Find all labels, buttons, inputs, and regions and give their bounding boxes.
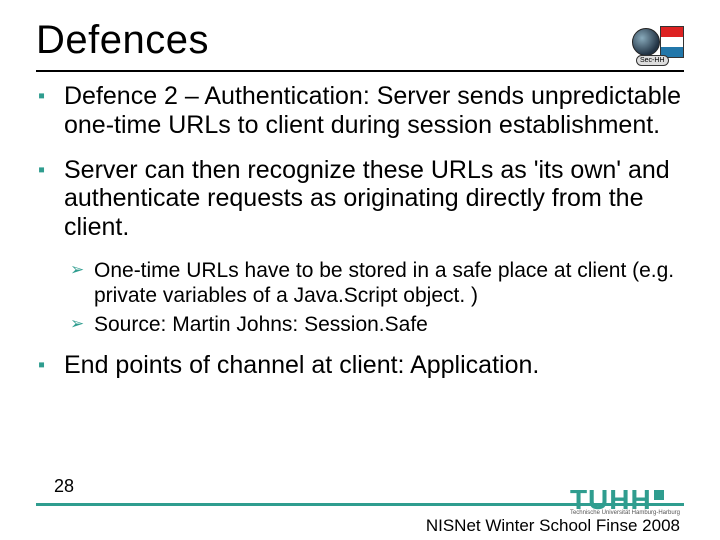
slide-title: Defences — [36, 18, 209, 63]
bullet-text: Server can then recognize these URLs as … — [64, 156, 684, 242]
hamburg-flag-icon — [660, 26, 684, 58]
arrow-bullet-icon: ➢ — [70, 312, 94, 336]
sub-bullet-text: Source: Martin Johns: Session.Safe — [94, 312, 428, 337]
arrow-bullet-icon: ➢ — [70, 258, 94, 282]
sec-hh-label: Sec-HH — [636, 55, 669, 66]
slide-content: ▪ Defence 2 – Authentication: Server sen… — [36, 82, 684, 380]
sec-hh-logo: Sec-HH — [630, 22, 684, 66]
bullet-text: Defence 2 – Authentication: Server sends… — [64, 82, 684, 140]
sub-bullet-text: One-time URLs have to be stored in a saf… — [94, 258, 684, 308]
tuhh-logo: TUHH — [570, 487, 680, 512]
bullet-text: End points of channel at client: Applica… — [64, 351, 539, 380]
sub-bullet-item: ➢ Source: Martin Johns: Session.Safe — [70, 312, 684, 337]
footer-text: NISNet Winter School Finse 2008 — [426, 516, 680, 536]
slide: Defences Sec-HH ▪ Defence 2 – Authentica… — [0, 0, 720, 540]
bullet-item: ▪ Server can then recognize these URLs a… — [38, 156, 684, 242]
tuhh-logo-block: TUHH Technische Universität Hamburg-Harb… — [570, 487, 680, 516]
globe-icon — [632, 28, 660, 56]
square-bullet-icon: ▪ — [38, 156, 64, 184]
square-bullet-icon: ▪ — [38, 82, 64, 110]
slide-header: Defences Sec-HH — [36, 18, 684, 66]
title-divider — [36, 70, 684, 72]
square-bullet-icon: ▪ — [38, 351, 64, 379]
bullet-item: ▪ End points of channel at client: Appli… — [38, 351, 684, 380]
bullet-item: ▪ Defence 2 – Authentication: Server sen… — [38, 82, 684, 140]
sub-bullet-item: ➢ One-time URLs have to be stored in a s… — [70, 258, 684, 308]
square-icon — [654, 490, 664, 500]
